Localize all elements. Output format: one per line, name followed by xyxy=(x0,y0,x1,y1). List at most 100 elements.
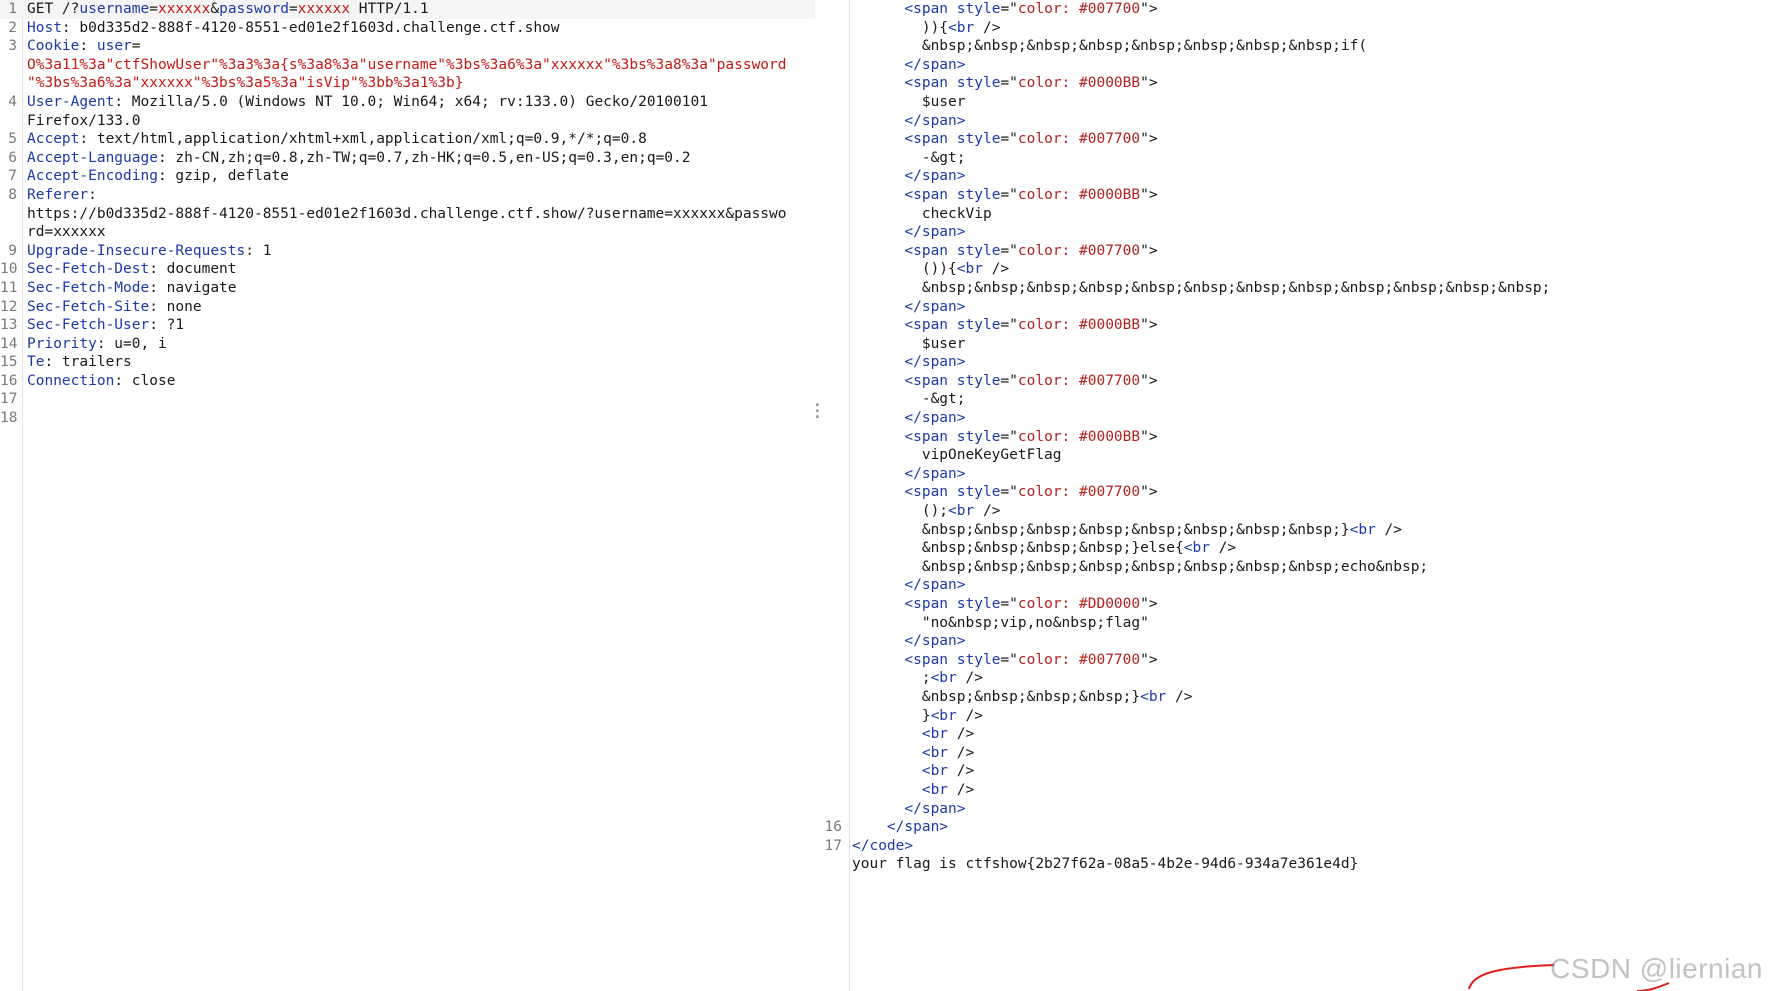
response-editor[interactable]: <span style="color: #007700"> )){<br /> … xyxy=(820,0,1769,991)
code-line[interactable]: 3 Cookie: user= xyxy=(0,37,815,56)
code-text: GET /?username=xxxxxx&password=xxxxxx HT… xyxy=(27,0,799,19)
code-line[interactable]: </span> xyxy=(820,632,1769,651)
code-line[interactable]: <br /> xyxy=(820,744,1769,763)
code-line[interactable]: 2 Host: b0d335d2-888f-4120-8551-ed01e2f16… xyxy=(0,19,815,38)
code-line[interactable]: </span> xyxy=(820,465,1769,484)
code-token: : gzip, deflate xyxy=(157,168,289,185)
code-token: <span xyxy=(904,596,949,612)
code-text: </span> xyxy=(852,353,965,372)
code-line[interactable]: 8 Referer: xyxy=(0,186,815,205)
code-token: </span> xyxy=(904,112,966,129)
code-token: $user xyxy=(852,93,966,110)
code-line[interactable]: <span style="color: #0000BB"> xyxy=(820,186,1769,205)
code-line[interactable]: 14 Priority: u=0, i xyxy=(0,335,815,354)
pane-resize-handle[interactable]: · · · xyxy=(812,397,823,427)
code-line[interactable]: <span style="color: #007700"> xyxy=(820,372,1769,391)
code-line[interactable]: 13 Sec-Fetch-User: ?1 xyxy=(0,316,815,335)
code-line[interactable]: https://b0d335d2-888f-4120-8551-ed01e2f1… xyxy=(0,205,815,224)
code-line[interactable]: -&gt; xyxy=(820,390,1769,409)
code-line[interactable]: <span style="color: #007700"> xyxy=(820,483,1769,502)
code-line[interactable]: </span> xyxy=(820,223,1769,242)
code-line[interactable]: $user xyxy=(820,335,1769,354)
code-line[interactable]: 10 Sec-Fetch-Dest: document xyxy=(0,260,815,279)
code-line[interactable]: 9 Upgrade-Insecure-Requests: 1 xyxy=(0,242,815,261)
code-line[interactable]: <span style="color: #0000BB"> xyxy=(820,74,1769,93)
code-token: style xyxy=(956,651,1001,668)
code-line[interactable]: $user xyxy=(820,93,1769,112)
code-line[interactable]: "no&nbsp;vip,no&nbsp;flag" xyxy=(820,614,1769,633)
code-token: <span xyxy=(904,242,949,259)
code-line[interactable]: 15 Te: trailers xyxy=(0,353,815,372)
code-token: /> xyxy=(948,726,975,743)
code-token: <br xyxy=(956,261,983,278)
code-line[interactable]: }<br /> xyxy=(820,707,1769,726)
code-line[interactable]: <br /> xyxy=(820,781,1769,800)
code-line[interactable]: &nbsp;&nbsp;&nbsp;&nbsp;}else{<br /> xyxy=(820,539,1769,558)
code-line[interactable]: 16 Connection: close xyxy=(0,372,815,391)
code-text: Connection: close xyxy=(27,372,175,391)
code-token: /> xyxy=(948,781,975,798)
code-line[interactable]: vipOneKeyGetFlag xyxy=(820,446,1769,465)
code-line[interactable]: <span style="color: #0000BB"> xyxy=(820,428,1769,447)
code-line[interactable]: checkVip xyxy=(820,205,1769,224)
code-line[interactable]: <span style="color: #007700"> xyxy=(820,651,1769,670)
code-text: }<br /> xyxy=(852,707,983,726)
code-line[interactable]: ()){<br /> xyxy=(820,260,1769,279)
code-line[interactable]: <span style="color: #007700"> xyxy=(820,242,1769,261)
code-line[interactable]: ();<br /> xyxy=(820,502,1769,521)
code-line[interactable]: &nbsp;&nbsp;&nbsp;&nbsp;&nbsp;&nbsp;&nbs… xyxy=(820,521,1769,540)
code-line[interactable]: ;<br /> xyxy=(820,669,1769,688)
code-line[interactable]: <br /> xyxy=(820,762,1769,781)
code-line[interactable]: <span style="color: #0000BB"> xyxy=(820,316,1769,335)
code-line[interactable]: Firefox/133.0 xyxy=(0,112,815,131)
code-text: </span> xyxy=(852,800,965,819)
code-token: style xyxy=(956,75,1001,92)
code-line[interactable]: 18 xyxy=(0,409,815,428)
code-line[interactable]: 6 Accept-Language: zh-CN,zh;q=0.8,zh-TW;q… xyxy=(0,149,815,168)
code-line[interactable]: 11 Sec-Fetch-Mode: navigate xyxy=(0,279,815,298)
code-token: Sec-Fetch-Mode xyxy=(27,279,150,296)
code-line[interactable]: &nbsp;&nbsp;&nbsp;&nbsp;}<br /> xyxy=(820,688,1769,707)
code-line[interactable]: <span style="color: #007700"> xyxy=(820,130,1769,149)
code-line[interactable]: "%3bs%3a6%3a"xxxxxx"%3bs%3a5%3a"isVip"%3… xyxy=(0,74,815,93)
code-line[interactable]: &nbsp;&nbsp;&nbsp;&nbsp;&nbsp;&nbsp;&nbs… xyxy=(820,558,1769,577)
code-line[interactable]: O%3a11%3a"ctfShowUser"%3a3%3a{s%3a8%3a"u… xyxy=(0,56,815,75)
code-line[interactable]: &nbsp;&nbsp;&nbsp;&nbsp;&nbsp;&nbsp;&nbs… xyxy=(820,279,1769,298)
code-line[interactable]: -&gt; xyxy=(820,149,1769,168)
code-text: </span> xyxy=(852,298,965,317)
code-line[interactable]: your flag is ctfshow{2b27f62a-08a5-4b2e-… xyxy=(820,855,1769,874)
code-text: </code> xyxy=(852,837,913,856)
code-line[interactable]: </span> xyxy=(820,167,1769,186)
code-token: checkVip xyxy=(852,205,992,222)
code-line[interactable]: </span> xyxy=(820,800,1769,819)
code-line[interactable]: <span style="color: #007700"> xyxy=(820,0,1769,19)
code-line[interactable]: )){<br /> xyxy=(820,19,1769,38)
code-line[interactable]: 5 Accept: text/html,application/xhtml+xml… xyxy=(0,130,815,149)
request-editor[interactable]: 1 GET /?username=xxxxxx&password=xxxxxx H… xyxy=(0,0,815,991)
code-token: vipOneKeyGetFlag xyxy=(852,447,1062,464)
code-line[interactable]: 12 Sec-Fetch-Site: none xyxy=(0,298,815,317)
code-line[interactable]: </span> xyxy=(820,56,1769,75)
code-line[interactable]: </span> xyxy=(820,409,1769,428)
code-line[interactable]: <br /> xyxy=(820,725,1769,744)
code-line[interactable]: 1 GET /?username=xxxxxx&password=xxxxxx H… xyxy=(0,0,815,19)
code-line[interactable]: 17 xyxy=(0,390,815,409)
code-line[interactable]: 7 Accept-Encoding: gzip, deflate xyxy=(0,167,815,186)
code-line[interactable]: &nbsp;&nbsp;&nbsp;&nbsp;&nbsp;&nbsp;&nbs… xyxy=(820,37,1769,56)
code-line[interactable]: 17 </code> xyxy=(820,837,1769,856)
code-line[interactable]: </span> xyxy=(820,112,1769,131)
code-line[interactable]: </span> xyxy=(820,298,1769,317)
code-line[interactable]: </span> xyxy=(820,576,1769,595)
code-token: style xyxy=(956,484,1001,501)
code-line[interactable]: <span style="color: #DD0000"> xyxy=(820,595,1769,614)
line-number: 10 xyxy=(0,261,18,278)
code-token: "> xyxy=(1140,428,1158,445)
code-line[interactable]: </span> xyxy=(820,353,1769,372)
code-line[interactable]: 4 User-Agent: Mozilla/5.0 (Windows NT 10.… xyxy=(0,93,815,112)
code-line[interactable]: 16 </span> xyxy=(820,818,1769,837)
code-line[interactable]: rd=xxxxxx xyxy=(0,223,815,242)
